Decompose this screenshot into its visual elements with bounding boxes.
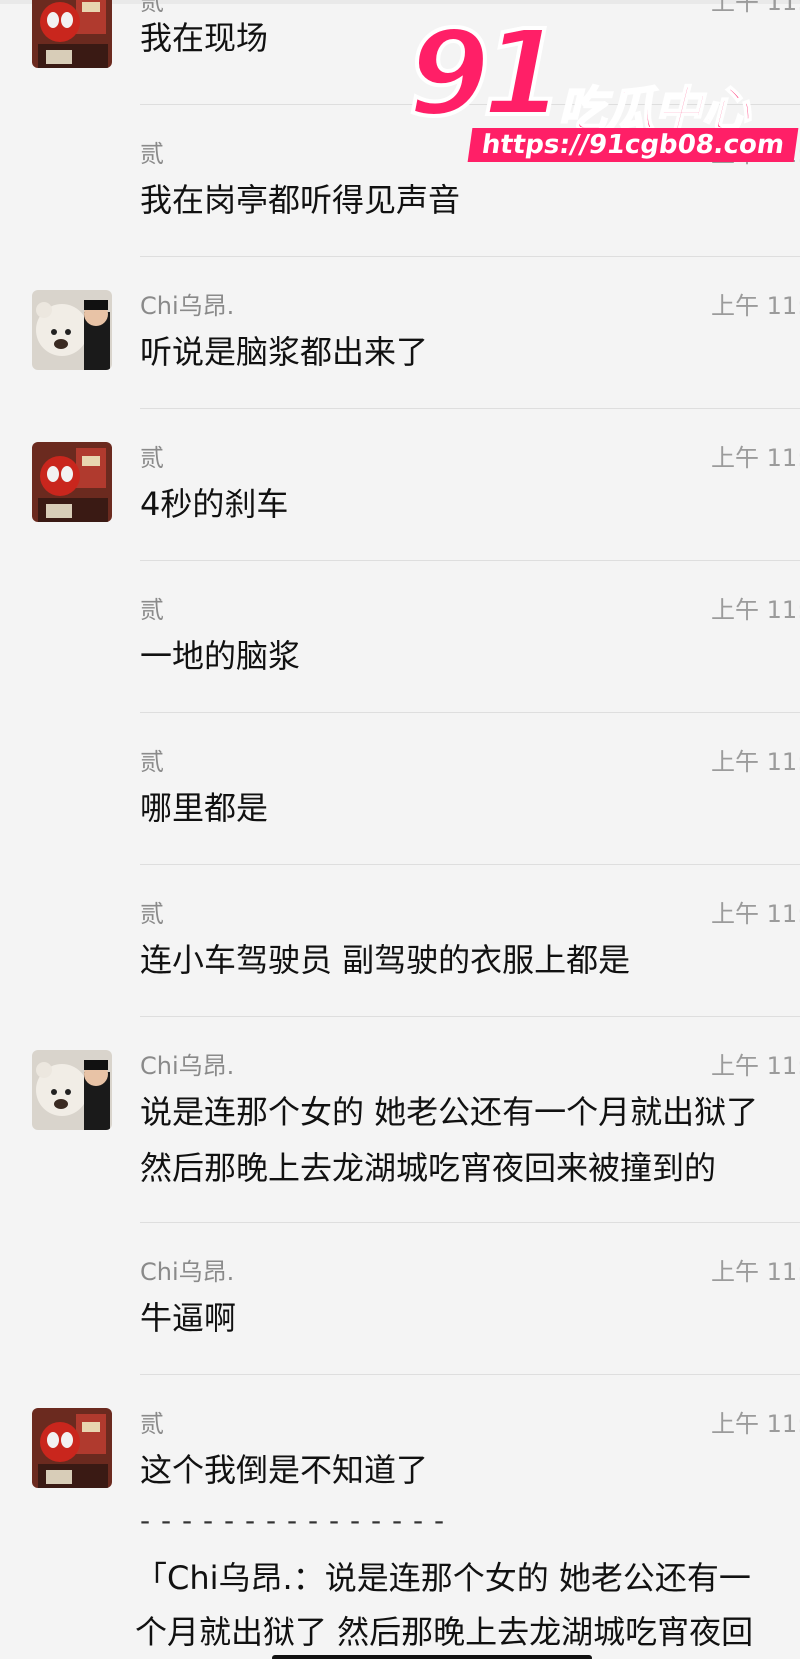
message-text: 牛逼啊 (140, 1299, 237, 1337)
divider (140, 712, 800, 713)
message-time: 上午 11: (711, 900, 800, 928)
divider (140, 560, 800, 561)
top-strip (0, 0, 800, 4)
message-time: 上午 11: (711, 748, 800, 776)
home-indicator[interactable] (272, 1655, 592, 1659)
avatar-chi[interactable] (32, 290, 112, 370)
sender-name: Chi乌昂. (140, 292, 235, 320)
message-text-line-2: 然后那晚上去龙湖城吃宵夜回来被撞到的 (140, 1149, 717, 1187)
quote-separator: - - - - - - - - - - - - - - - (140, 1504, 446, 1537)
sender-name: 贰 (140, 748, 164, 776)
spiderman-avatar-icon (32, 0, 112, 68)
message-time: 上午 11: (711, 1052, 800, 1080)
avatar-er[interactable] (32, 1408, 112, 1488)
watermark-url: https://91cgb08.com (467, 128, 799, 162)
divider (140, 1222, 800, 1223)
sender-name: 贰 (140, 596, 164, 624)
spiderman-avatar-icon (32, 442, 112, 522)
message-time: 上午 11: (711, 596, 800, 624)
teddy-bear-avatar-icon (32, 290, 112, 370)
divider (140, 1374, 800, 1375)
sender-name: 贰 (140, 140, 164, 168)
quote-text-line-2: 个月就出狱了 然后那晚上去龙湖城吃宵夜回 (135, 1613, 754, 1651)
avatar-er[interactable] (32, 442, 112, 522)
message-text-line-1: 说是连那个女的 她老公还有一个月就出狱了 (140, 1093, 759, 1131)
quote-text-line-1: 「Chi乌昂.：说是连那个女的 她老公还有一 (135, 1559, 751, 1597)
chat-history: 贰 上午 11: 我在现场 贰 上午 11: 我在岗亭都听得见声音 Chi乌昂. (0, 0, 800, 1659)
message-time: 上午 11: (711, 1258, 800, 1286)
divider (140, 1016, 800, 1017)
message-text: 我在岗亭都听得见声音 (140, 181, 461, 219)
sender-name: 贰 (140, 444, 164, 472)
watermark-logo: 91 吃瓜中心 https://91cgb08.com (400, 6, 800, 178)
message-time: 上午 11: (711, 1410, 800, 1438)
message-text: 一地的脑浆 (140, 637, 301, 675)
divider (140, 864, 800, 865)
avatar-er[interactable] (32, 0, 112, 68)
message-time: 上午 11: (711, 444, 800, 472)
sender-name: Chi乌昂. (140, 1052, 235, 1080)
teddy-bear-avatar-icon (32, 1050, 112, 1130)
sender-name: Chi乌昂. (140, 1258, 235, 1286)
sender-name: 贰 (140, 900, 164, 928)
message-time: 上午 11: (711, 0, 800, 16)
spiderman-avatar-icon (32, 1408, 112, 1488)
message-text: 哪里都是 (140, 789, 269, 827)
watermark-number: 91 (406, 4, 566, 142)
message-text: 这个我倒是不知道了 (140, 1451, 429, 1489)
sender-name: 贰 (140, 1410, 164, 1438)
message-text: 听说是脑浆都出来了 (140, 333, 429, 371)
divider (140, 408, 800, 409)
message-time: 上午 11: (711, 292, 800, 320)
message-text: 连小车驾驶员 副驾驶的衣服上都是 (140, 941, 631, 979)
avatar-chi[interactable] (32, 1050, 112, 1130)
divider (140, 256, 800, 257)
message-text: 我在现场 (140, 19, 269, 57)
message-text: 4秒的刹车 (140, 485, 289, 523)
